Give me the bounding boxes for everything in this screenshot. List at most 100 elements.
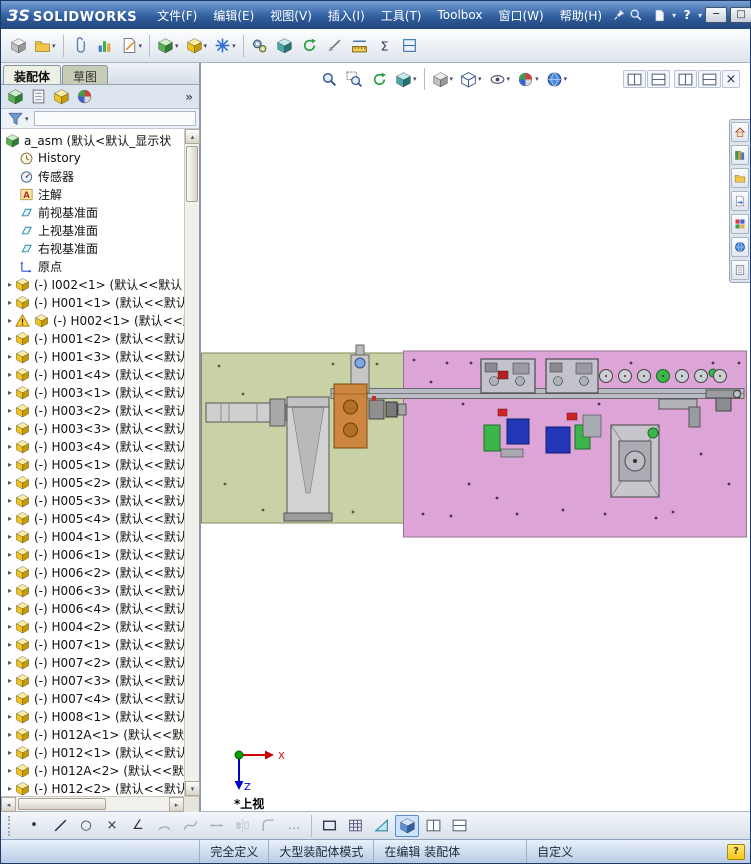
expand-arrow-icon[interactable]: ▸ [5,658,15,667]
tree-component[interactable]: ▸ (-) H005<2> (默认<<默认 [1,473,199,491]
panel-expand-icon[interactable]: » [185,90,196,104]
view-orientation-icon[interactable]: ▾ [429,68,457,90]
expand-arrow-icon[interactable]: ▸ [5,712,15,721]
tree-component[interactable]: ▸ (-) H003<2> (默认<<默认 [1,401,199,419]
filter-input[interactable] [33,111,196,126]
shaded-view-icon[interactable] [395,814,419,837]
tree-component[interactable]: ▸ (-) H005<3> (默认<<默认 [1,491,199,509]
filter-funnel-icon[interactable]: ▾ [4,110,32,127]
tree-component[interactable]: ▸ (-) H001<3> (默认<<默认 [1,347,199,365]
section-properties-icon[interactable] [398,34,422,58]
hide-show-items-icon[interactable]: ▾ [486,68,514,90]
dropdown-arrow-icon[interactable]: ▾ [52,42,56,50]
previous-view-icon[interactable] [367,68,391,90]
close-pane-icon[interactable]: × [722,70,740,88]
tree-component[interactable]: ▸ (-) H007<4> (默认<<默认 [1,689,199,707]
apply-scene-icon[interactable]: ▾ [543,68,571,90]
grid-tool-icon[interactable] [343,815,367,837]
tree-component[interactable]: ▸ (-) H001<1> (默认<<默认 [1,293,199,311]
scenes-tab-icon[interactable] [731,237,749,257]
expand-arrow-icon[interactable]: ▸ [5,568,15,577]
help-icon[interactable]: ? [679,7,695,23]
tree-component[interactable]: ▸ (-) H006<2> (默认<<默认 [1,563,199,581]
circle-tool-icon[interactable]: ○ [74,815,98,837]
search-icon[interactable] [626,6,646,24]
expand-arrow-icon[interactable]: ▸ [5,622,15,631]
expand-arrow-icon[interactable]: ▸ [5,424,15,433]
expand-arrow-icon[interactable]: ▸ [5,496,15,505]
expand-arrow-icon[interactable]: ▸ [5,676,15,685]
tree-component[interactable]: ▸ (-) H007<2> (默认<<默认 [1,653,199,671]
expand-arrow-icon[interactable]: ▸ [5,514,15,523]
scroll-track[interactable] [185,144,199,781]
tree-root-assembly[interactable]: a_asm (默认<默认_显示状 [1,131,199,149]
insert-component-icon[interactable]: ▾ [154,34,182,58]
trim-tool-icon[interactable]: × [100,815,124,837]
expand-arrow-icon[interactable]: ▸ [5,748,15,757]
expand-arrow-icon[interactable]: ▸ [5,604,15,613]
tree-horizontal-scrollbar[interactable]: ◂ ▸ [1,796,199,812]
tree-component[interactable]: ▸ (-) H001<2> (默认<<默认 [1,329,199,347]
tree-component[interactable]: ▸ (-) H012A<1> (默认<<默认 [1,725,199,743]
propertymanager-tab-icon[interactable] [27,87,50,107]
appearances-tab-icon[interactable] [731,214,749,234]
expand-arrow-icon[interactable]: ▸ [5,442,15,451]
mate-icon[interactable] [68,34,92,58]
dropdown-arrow-icon[interactable]: ▾ [450,75,454,83]
dropdown-arrow-icon[interactable]: ▾ [564,75,568,83]
dropdown-arrow-icon[interactable]: ▾ [175,42,179,50]
menu-view[interactable]: 视图(V) [262,3,320,28]
display-style-icon[interactable]: ▾ [457,68,485,90]
tab-assembly[interactable]: 装配体 [3,65,62,84]
tree-component[interactable]: ▸ (-) H001<4> (默认<<默认 [1,365,199,383]
measure-icon[interactable] [348,34,372,58]
tab-sketch[interactable]: 草图 [62,65,109,84]
status-customize[interactable]: 自定义 [526,840,583,863]
expand-arrow-icon[interactable]: ▸ [5,388,15,397]
maximize-button[interactable]: □ [730,7,751,23]
expand-arrow-icon[interactable]: ▸ [5,694,15,703]
dropdown-arrow-icon[interactable]: ▾ [204,42,208,50]
tree-item-annotations[interactable]: A 注解 [1,185,199,203]
view-palette-tab-icon[interactable] [731,191,749,211]
tree-component[interactable]: ▸ (-) H006<1> (默认<<默认 [1,545,199,563]
menu-help[interactable]: 帮助(H) [552,3,610,28]
menu-pin-icon[interactable] [612,6,626,24]
tree-item-sensors[interactable]: 传感器 [1,167,199,185]
rectangle-tool-icon[interactable] [317,815,341,837]
expand-arrow-icon[interactable]: ▸ [5,460,15,469]
expand-arrow-icon[interactable]: ▸ [5,352,15,361]
new-document-dropdown-icon[interactable]: ▾ [672,11,676,20]
expand-arrow-icon[interactable]: ▸ [5,406,15,415]
displaymanager-tab-icon[interactable] [73,87,96,107]
tree-component[interactable]: ▸ (-) H006<4> (默认<<默认 [1,599,199,617]
tree-component[interactable]: ▸ (-) H005<1> (默认<<默认 [1,455,199,473]
view-setting-pane-icon[interactable] [623,70,646,88]
expand-arrow-icon[interactable]: ▸ [5,478,15,487]
expand-arrow-icon[interactable]: ▸ [5,550,15,559]
tree-component[interactable]: ▸ (-) H008<1> (默认<<默认 [1,707,199,725]
graphics-area[interactable]: X Z ▾ ▾ ▾ ▾ ▾ ▾ × *上视 [201,63,750,811]
rotate-component-icon[interactable] [298,34,322,58]
viewport-pane2-icon[interactable] [447,815,471,837]
tree-component[interactable]: ▸ (-) H007<3> (默认<<默认 [1,671,199,689]
expand-arrow-icon[interactable]: ▸ [5,784,15,793]
dropdown-arrow-icon[interactable]: ▾ [139,42,143,50]
menu-insert[interactable]: 插入(I) [320,3,373,28]
zoom-area-icon[interactable] [342,68,366,90]
custom-properties-tab-icon[interactable] [731,260,749,280]
edit-appearance-icon[interactable]: ▾ [514,68,542,90]
tree-item-history[interactable]: History [1,149,199,167]
menu-window[interactable]: 窗口(W) [490,3,551,28]
scroll-down-icon[interactable]: ▾ [185,781,200,796]
featuremanager-tab-icon[interactable] [4,87,27,107]
open-icon[interactable]: ▾ [31,34,59,58]
expand-arrow-icon[interactable]: ▸ [5,766,15,775]
tree-component[interactable]: ▸ (-) I002<1> (默认<<默认 [1,275,199,293]
tree-component[interactable]: ▸ (-) H012<1> (默认<<默认 [1,743,199,761]
dropdown-arrow-icon[interactable]: ▾ [413,75,417,83]
split-pane-icon[interactable] [674,70,697,88]
minimize-button[interactable]: ─ [705,7,728,23]
file-explorer-tab-icon[interactable] [731,168,749,188]
tree-component[interactable]: ▸ (-) H003<1> (默认<<默认 [1,383,199,401]
